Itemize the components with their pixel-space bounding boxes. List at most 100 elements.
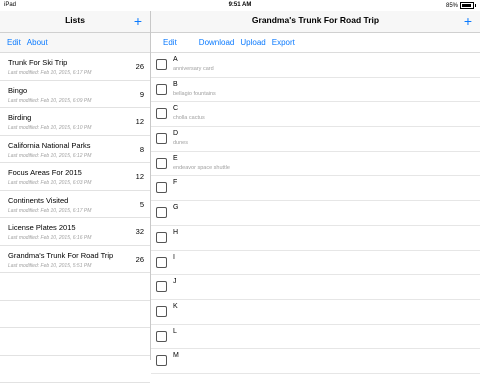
lists-panel: Lists + Edit About Trunk For Ski Trip Las…	[0, 11, 151, 360]
list-name: Continents Visited	[8, 196, 68, 205]
item-note: endeavor space shuttle	[173, 165, 230, 171]
item-note: cholla cactus	[173, 115, 205, 121]
table-row[interactable]: M	[151, 349, 480, 374]
item-checkbox[interactable]	[156, 108, 167, 119]
list-name: Birding	[8, 113, 31, 122]
battery-icon	[460, 2, 474, 9]
battery-indicator: 85%	[446, 2, 474, 9]
list-name: Trunk For Ski Trip	[8, 58, 67, 67]
item-checkbox[interactable]	[156, 182, 167, 193]
add-item-button[interactable]: +	[464, 11, 472, 31]
about-button[interactable]: About	[27, 38, 48, 47]
item-checkbox[interactable]	[156, 84, 167, 95]
table-row[interactable]: L	[151, 325, 480, 350]
list-item[interactable]: Focus Areas For 2015 Last modified: Feb 1…	[0, 163, 150, 191]
item-letter: G	[173, 204, 178, 211]
detail-title: Grandma's Trunk For Road Trip	[151, 15, 480, 25]
item-letter: H	[173, 229, 178, 236]
item-letter: E	[173, 155, 178, 162]
item-checkbox[interactable]	[156, 281, 167, 292]
list-modified: Last modified: Feb 10, 2015, 6:03 PM	[8, 180, 91, 186]
item-letter: M	[173, 352, 179, 359]
items-table: Aanniversary cardBbellagio fountainsCcho…	[151, 53, 480, 374]
list-modified: Last modified: Feb 10, 2015, 6:09 PM	[8, 98, 91, 104]
item-note: dunes	[173, 140, 188, 146]
empty-row	[0, 273, 150, 301]
detail-panel: Grandma's Trunk For Road Trip + Edit Dow…	[151, 11, 480, 360]
item-letter: J	[173, 278, 177, 285]
table-row[interactable]: Ccholla cactus	[151, 102, 480, 127]
item-checkbox[interactable]	[156, 207, 167, 218]
battery-percent: 85%	[446, 3, 458, 9]
list-name: License Plates 2015	[8, 223, 76, 232]
item-note: anniversary card	[173, 66, 214, 72]
download-button[interactable]: Download	[199, 38, 235, 47]
list-count: 12	[136, 172, 144, 181]
export-button[interactable]: Export	[272, 38, 295, 47]
item-checkbox[interactable]	[156, 158, 167, 169]
list-modified: Last modified: Feb 10, 2015, 5:51 PM	[8, 263, 91, 269]
table-row[interactable]: G	[151, 201, 480, 226]
detail-toolbar: Edit Download Upload Export	[151, 33, 480, 53]
list-name: California National Parks	[8, 141, 91, 150]
list-count: 8	[140, 145, 144, 154]
list-name: Grandma's Trunk For Road Trip	[8, 251, 113, 260]
lists-table: Trunk For Ski Trip Last modified: Feb 10,…	[0, 53, 150, 383]
item-checkbox[interactable]	[156, 306, 167, 317]
list-name: Focus Areas For 2015	[8, 168, 82, 177]
item-checkbox[interactable]	[156, 257, 167, 268]
list-modified: Last modified: Feb 10, 2015, 6:17 PM	[8, 70, 91, 76]
item-letter: C	[173, 105, 178, 112]
list-name: Bingo	[8, 86, 27, 95]
table-row[interactable]: Aanniversary card	[151, 53, 480, 78]
list-item[interactable]: Bingo Last modified: Feb 10, 2015, 6:09 P…	[0, 81, 150, 109]
table-row[interactable]: Ddunes	[151, 127, 480, 152]
empty-row	[0, 328, 150, 356]
list-modified: Last modified: Feb 10, 2015, 6:17 PM	[8, 208, 91, 214]
empty-row	[0, 301, 150, 329]
item-letter: B	[173, 81, 178, 88]
table-row[interactable]: H	[151, 226, 480, 251]
page-title: Lists	[0, 15, 150, 25]
item-letter: A	[173, 56, 178, 63]
add-list-button[interactable]: +	[134, 11, 142, 31]
table-row[interactable]: Eendeavor space shuttle	[151, 152, 480, 177]
list-count: 5	[140, 200, 144, 209]
table-row[interactable]: J	[151, 275, 480, 300]
upload-button[interactable]: Upload	[240, 38, 265, 47]
status-bar: iPad 9:51 AM 85%	[0, 0, 480, 11]
item-checkbox[interactable]	[156, 232, 167, 243]
list-count: 32	[136, 227, 144, 236]
edit-lists-button[interactable]: Edit	[7, 38, 21, 47]
list-count: 12	[136, 117, 144, 126]
item-note: bellagio fountains	[173, 91, 216, 97]
list-item[interactable]: California National ParksLast modified: …	[0, 136, 150, 164]
table-row[interactable]: I	[151, 251, 480, 276]
table-row[interactable]: K	[151, 300, 480, 325]
list-count: 26	[136, 255, 144, 264]
clock: 9:51 AM	[0, 2, 480, 8]
table-row[interactable]: F	[151, 176, 480, 201]
table-row[interactable]: Bbellagio fountains	[151, 78, 480, 103]
item-letter: K	[173, 303, 178, 310]
list-item[interactable]: Birding Last modified: Feb 10, 2015, 6:10…	[0, 108, 150, 136]
list-item[interactable]: License Plates 2015 Last modified: Feb 10…	[0, 218, 150, 246]
item-checkbox[interactable]	[156, 59, 167, 70]
list-item[interactable]: Grandma's Trunk For Road Trip Last modifi…	[0, 246, 150, 274]
lists-toolbar: Edit About	[0, 33, 150, 53]
item-letter: I	[173, 254, 175, 261]
item-checkbox[interactable]	[156, 133, 167, 144]
detail-nav-bar: Grandma's Trunk For Road Trip +	[151, 11, 480, 33]
edit-items-button[interactable]: Edit	[163, 38, 177, 47]
item-letter: F	[173, 179, 177, 186]
list-modified: Last modified: Feb 10, 2015, 6:16 PM	[8, 235, 91, 241]
list-modified: Last modified: Feb 10, 2015, 6:10 PM	[8, 125, 91, 131]
item-checkbox[interactable]	[156, 331, 167, 342]
item-letter: L	[173, 328, 177, 335]
item-checkbox[interactable]	[156, 355, 167, 366]
list-count: 9	[140, 90, 144, 99]
lists-nav-bar: Lists +	[0, 11, 150, 33]
list-item[interactable]: Continents Visited Last modified: Feb 10,…	[0, 191, 150, 219]
list-item[interactable]: Trunk For Ski Trip Last modified: Feb 10,…	[0, 53, 150, 81]
list-count: 26	[136, 62, 144, 71]
